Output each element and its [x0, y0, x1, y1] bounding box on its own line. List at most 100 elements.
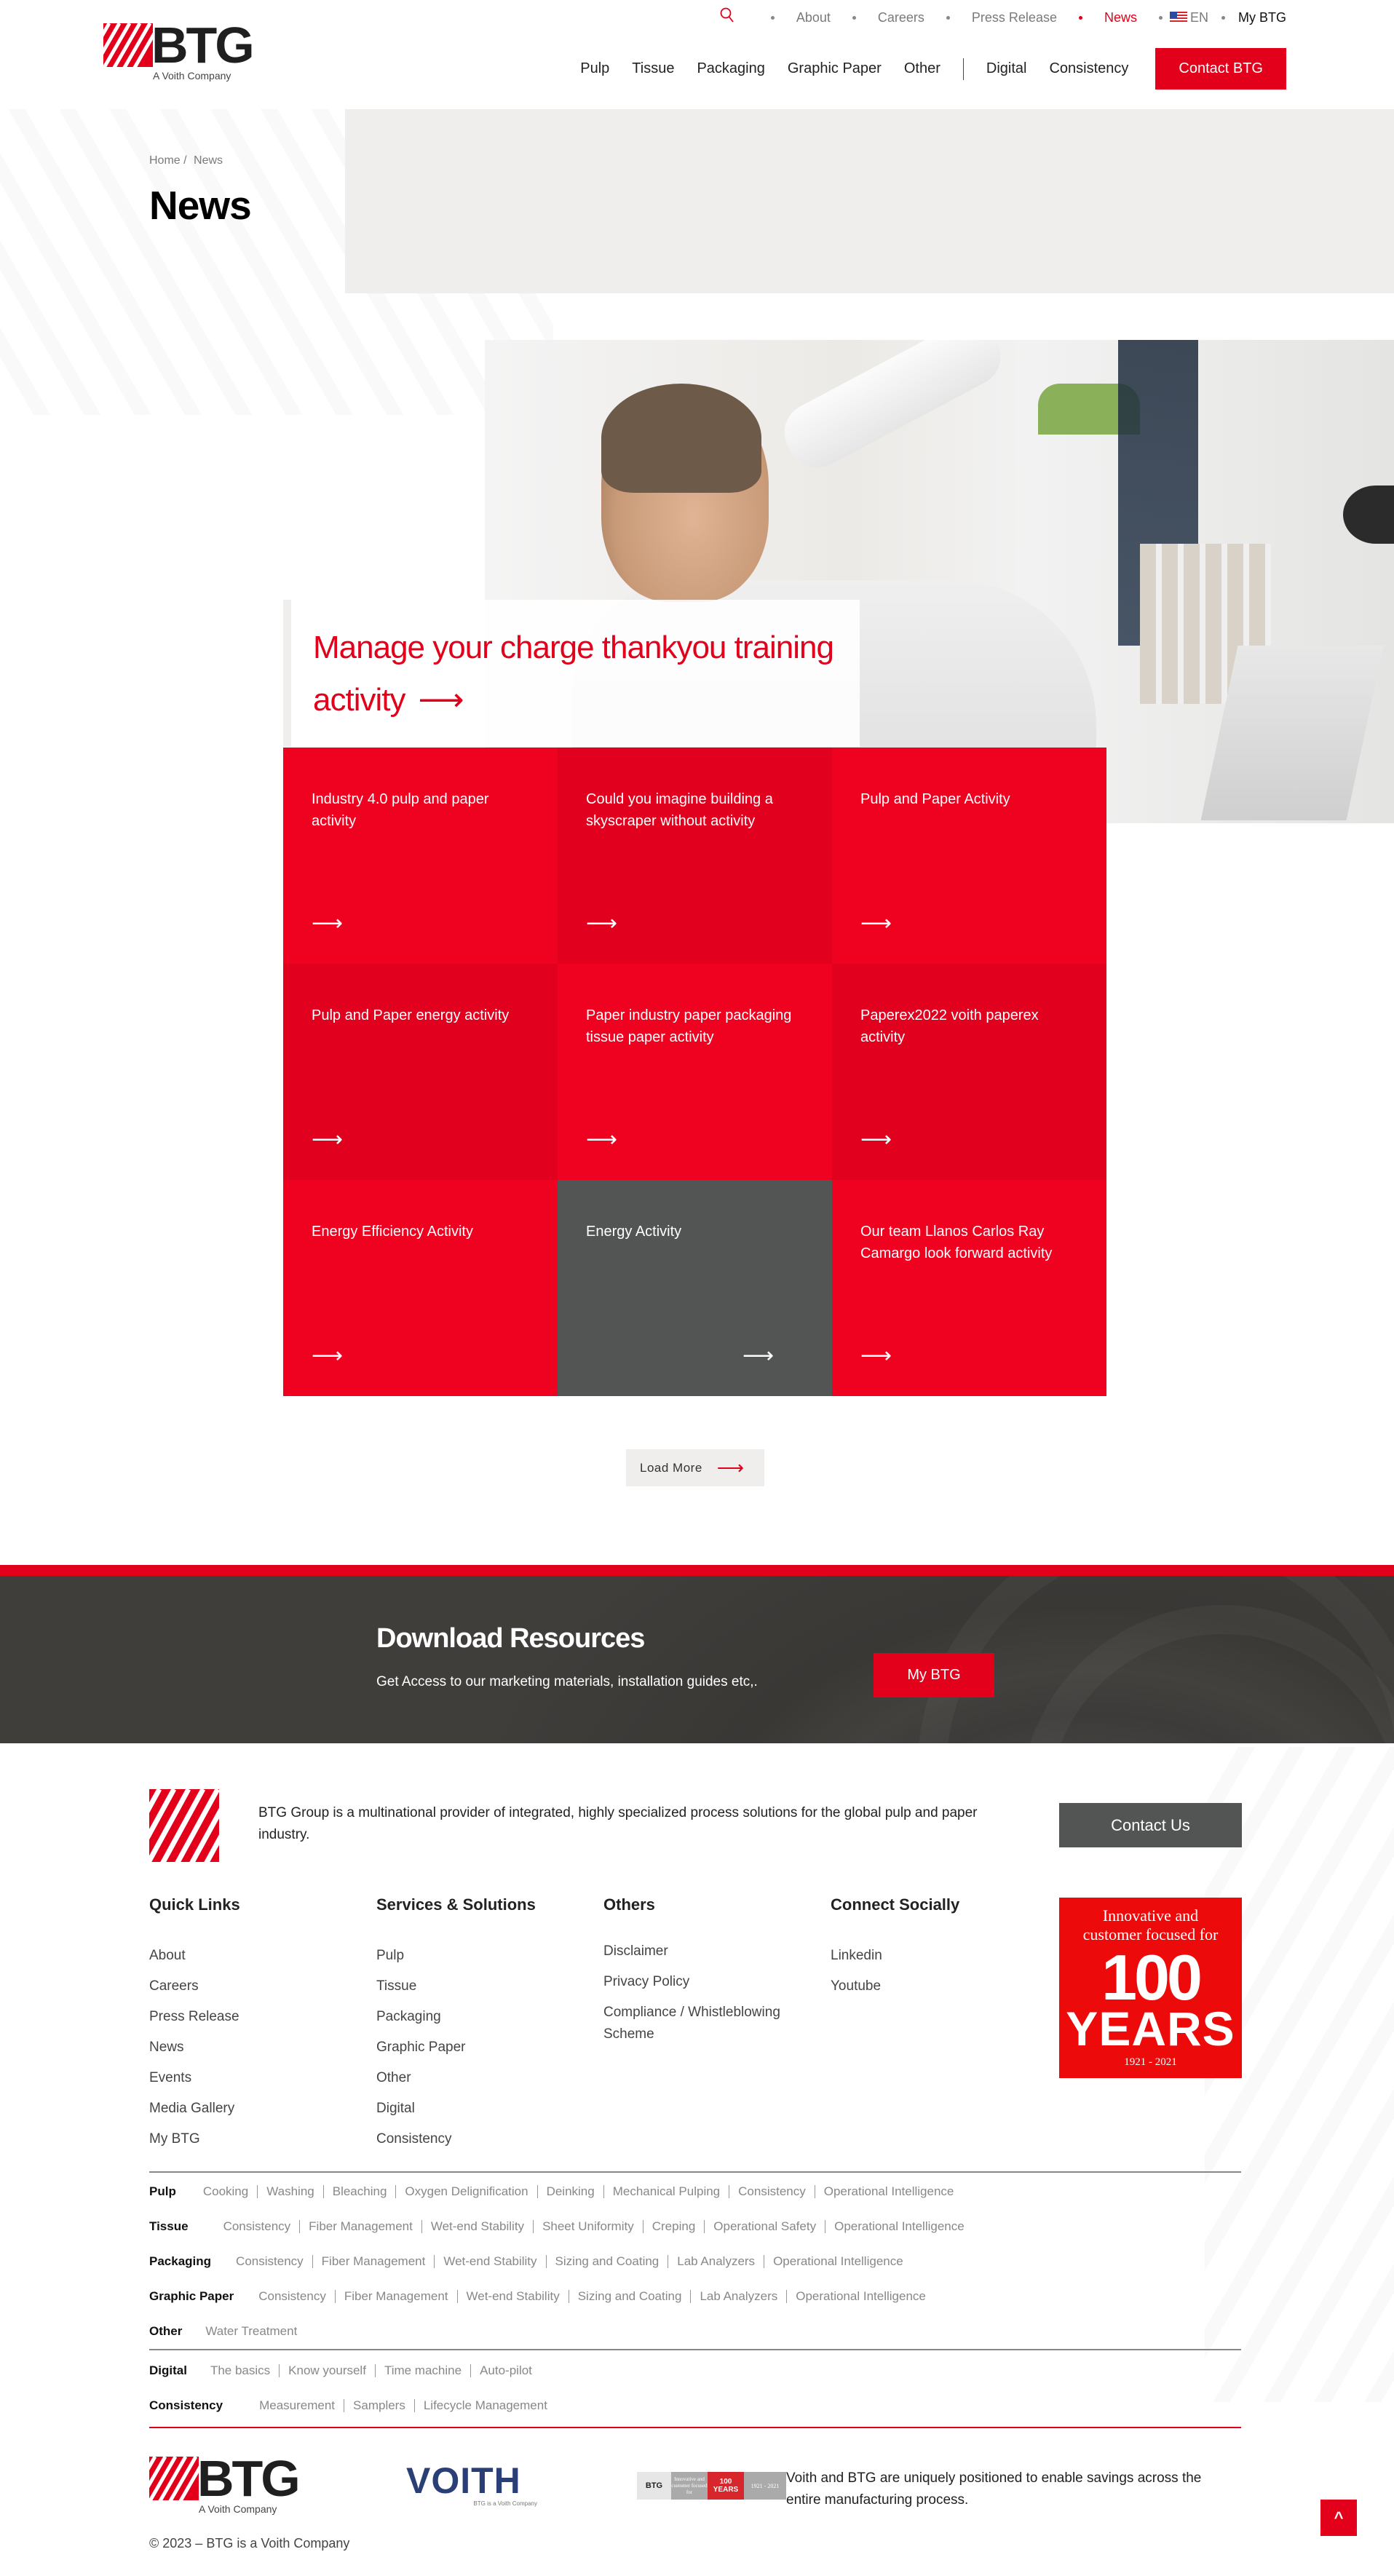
footer-link-digital[interactable]: Digital — [376, 2093, 536, 2124]
footer-link-careers[interactable]: Careers — [149, 1971, 240, 2002]
footer-link-privacy-policy[interactable]: Privacy Policy — [603, 1971, 807, 1993]
footer-link-consistency[interactable]: Consistency — [376, 2124, 536, 2155]
service-link[interactable]: Consistency — [258, 2290, 336, 2303]
footer-link-news[interactable]: News — [149, 2032, 240, 2063]
mini-badge-range: 1921 - 2021 — [744, 2472, 786, 2500]
load-more-button[interactable]: Load More ⟶ — [626, 1449, 764, 1486]
service-link[interactable]: Lab Analyzers — [691, 2290, 788, 2303]
topnav-press-release[interactable]: Press Release — [946, 10, 1057, 25]
arrow-right-icon: ⟶ — [716, 1457, 745, 1478]
nav-consistency[interactable]: Consistency — [1049, 60, 1128, 77]
topnav-careers[interactable]: Careers — [852, 10, 924, 25]
contact-btg-button[interactable]: Contact BTG — [1155, 48, 1286, 90]
btg-logo[interactable]: BTG A Voith Company — [103, 17, 260, 84]
news-grid: Industry 4.0 pulp and paper activity ⟶ Co… — [283, 748, 1108, 1396]
news-tile[interactable]: Could you imagine building a skyscraper … — [558, 748, 832, 964]
service-link[interactable]: Mechanical Pulping — [604, 2185, 730, 2198]
service-link[interactable]: Fiber Management — [313, 2255, 435, 2268]
service-link[interactable]: Measurement — [259, 2399, 345, 2412]
back-to-top-button[interactable]: ^ — [1320, 2500, 1357, 2536]
service-link[interactable]: Wet-end Stability — [435, 2255, 547, 2268]
footer-link-press-release[interactable]: Press Release — [149, 2002, 240, 2032]
footer-link-youtube[interactable]: Youtube — [831, 1971, 959, 2002]
news-tile-title: Energy Efficiency Activity — [312, 1224, 473, 1240]
footer-link-packaging[interactable]: Packaging — [376, 2002, 536, 2032]
service-link[interactable]: Deinking — [538, 2185, 604, 2198]
breadcrumb: Home / News — [149, 154, 226, 167]
footer-link-other[interactable]: Other — [376, 2063, 536, 2093]
topnav-press-release-label: Press Release — [971, 9, 1057, 25]
nav-tissue[interactable]: Tissue — [632, 60, 674, 77]
utility-nav: About Careers Press Release News EN My B… — [720, 7, 1286, 28]
service-link[interactable]: Fiber Management — [336, 2290, 458, 2303]
service-link[interactable]: Bleaching — [324, 2185, 397, 2198]
news-tile[interactable]: Paper industry paper packaging tissue pa… — [558, 964, 832, 1180]
footer-link-graphic-paper[interactable]: Graphic Paper — [376, 2032, 536, 2063]
service-link[interactable]: Lab Analyzers — [668, 2255, 765, 2268]
service-link[interactable]: Fiber Management — [300, 2220, 422, 2233]
service-link[interactable]: Consistency — [729, 2185, 815, 2198]
services-category: Packaging — [149, 2254, 212, 2268]
service-link[interactable]: Water Treatment — [205, 2325, 306, 2338]
footer-link-my-btg[interactable]: My BTG — [149, 2124, 240, 2155]
service-link[interactable]: Consistency — [236, 2255, 313, 2268]
news-tile-hovered[interactable]: Energy Activity ⟶ — [558, 1180, 832, 1396]
service-link[interactable]: Time machine — [376, 2364, 472, 2377]
footer-btg-logo[interactable]: BTG A Voith Company — [149, 2451, 306, 2518]
topnav-about[interactable]: About — [770, 10, 831, 25]
news-tile[interactable]: Pulp and Paper energy activity ⟶ — [283, 964, 558, 1180]
footer-link-about[interactable]: About — [149, 1941, 240, 1971]
featured-news-card[interactable]: Manage your charge thankyou training act… — [283, 600, 860, 747]
chevron-up-icon: ^ — [1334, 2508, 1344, 2527]
footer-link-events[interactable]: Events — [149, 2063, 240, 2093]
service-link[interactable]: Creping — [643, 2220, 705, 2233]
service-link[interactable]: Wet-end Stability — [458, 2290, 569, 2303]
service-link[interactable]: Operational Intelligence — [787, 2290, 935, 2303]
language-selector[interactable]: EN — [1158, 10, 1208, 25]
news-tile[interactable]: Pulp and Paper Activity ⟶ — [832, 748, 1106, 964]
nav-pulp[interactable]: Pulp — [580, 60, 609, 77]
footer-column-title: Connect Socially — [831, 1895, 960, 1914]
footer-link-tissue[interactable]: Tissue — [376, 1971, 536, 2002]
service-link[interactable]: Wet-end Stability — [422, 2220, 534, 2233]
nav-digital[interactable]: Digital — [986, 60, 1027, 77]
service-link[interactable]: Operational Intelligence — [825, 2220, 973, 2233]
service-link[interactable]: Cooking — [203, 2185, 258, 2198]
news-tile-title: Pulp and Paper Activity — [860, 791, 1010, 807]
nav-other[interactable]: Other — [904, 60, 940, 77]
topnav-news[interactable]: News — [1078, 10, 1137, 25]
voith-logo[interactable]: VOITH BTG is a Voith Company — [406, 2462, 537, 2507]
service-link[interactable]: Samplers — [344, 2399, 415, 2412]
service-link[interactable]: Sizing and Coating — [547, 2255, 669, 2268]
footer-link-media-gallery[interactable]: Media Gallery — [149, 2093, 240, 2124]
search-icon[interactable] — [720, 7, 734, 28]
service-link[interactable]: Know yourself — [280, 2364, 376, 2377]
news-tile[interactable]: Industry 4.0 pulp and paper activity ⟶ — [283, 748, 558, 964]
service-link[interactable]: Oxygen Delignification — [396, 2185, 538, 2198]
service-link[interactable]: Auto-pilot — [471, 2364, 541, 2377]
footer-link-linkedin[interactable]: Linkedin — [831, 1941, 959, 1971]
service-link[interactable]: Operational Intelligence — [764, 2255, 912, 2268]
breadcrumb-home[interactable]: Home — [149, 154, 181, 167]
service-link[interactable]: Sizing and Coating — [569, 2290, 692, 2303]
news-tile[interactable]: Energy Efficiency Activity ⟶ — [283, 1180, 558, 1396]
service-link[interactable]: Operational Intelligence — [815, 2185, 963, 2198]
news-tile[interactable]: Paperex2022 voith paperex activity ⟶ — [832, 964, 1106, 1180]
topnav-my-btg[interactable]: My BTG — [1221, 10, 1286, 25]
arrow-right-icon: ⟶ — [742, 1344, 774, 1368]
news-tile[interactable]: Our team Llanos Carlos Ray Camargo look … — [832, 1180, 1106, 1396]
service-link[interactable]: Washing — [258, 2185, 324, 2198]
service-link[interactable]: The basics — [210, 2364, 280, 2377]
nav-graphic-paper[interactable]: Graphic Paper — [788, 60, 882, 77]
footer-link-pulp[interactable]: Pulp — [376, 1941, 536, 1971]
nav-packaging[interactable]: Packaging — [697, 60, 764, 77]
my-btg-button[interactable]: My BTG — [874, 1653, 994, 1697]
service-link[interactable]: Lifecycle Management — [415, 2399, 556, 2412]
service-link[interactable]: Sheet Uniformity — [534, 2220, 643, 2233]
service-link[interactable]: Operational Safety — [705, 2220, 826, 2233]
footer-link-disclaimer[interactable]: Disclaimer — [603, 1941, 807, 1962]
service-link[interactable]: Consistency — [223, 2220, 301, 2233]
breadcrumb-current: News — [194, 154, 223, 167]
footer-link-compliance[interactable]: Compliance / Whistleblowing Scheme — [603, 2002, 807, 2045]
contact-us-button[interactable]: Contact Us — [1059, 1803, 1242, 1847]
